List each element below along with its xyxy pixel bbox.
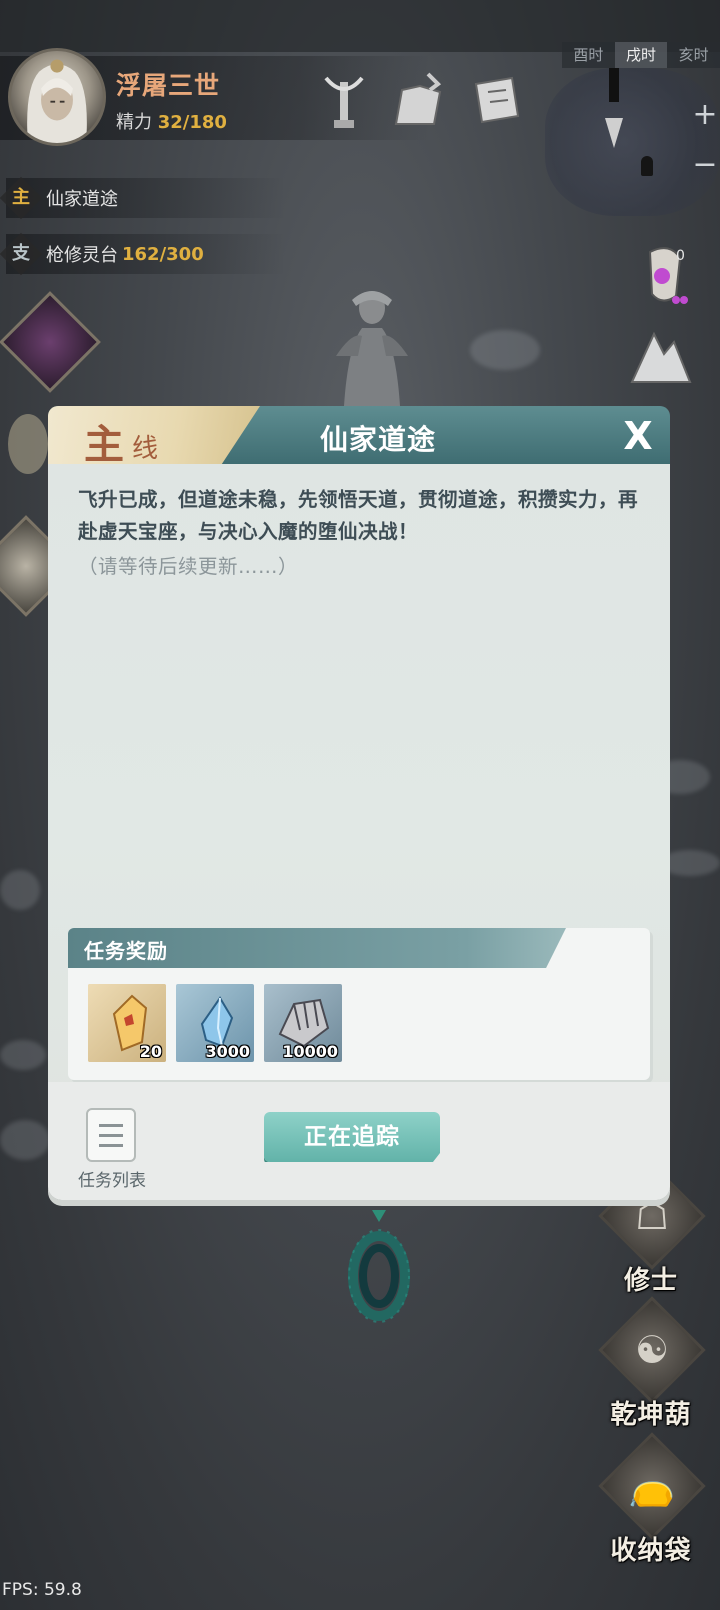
main-quest-tag: 主 [0,176,43,220]
quest-list-label: 任务列表 [78,1171,146,1191]
dialog-body: 飞升已成，但道途未稳，先领悟天道，贯彻道途，积攒实力，再赴虚天宝座，与决心入魔的… [48,464,670,1200]
zoom-out-button[interactable]: − [690,150,720,180]
reward-item-scroll-bundle[interactable]: 10000 [264,984,342,1062]
reward-count: 20 [139,1042,162,1061]
dialog-tab-sub: 线 [132,434,159,464]
time-slot-you[interactable]: 酉时 [562,42,615,68]
portal-icon[interactable] [342,1210,416,1324]
reward-count: 3000 [205,1042,250,1061]
side-quest-title: 枪修灵台 [46,245,118,266]
cloud-decoration [0,1120,50,1160]
storage-bag-button[interactable]: 👝 收纳袋 [596,1432,706,1578]
reward-list: 20 3000 10000 [88,984,342,1062]
cultivator-label: 修士 [623,1266,678,1296]
quest-tracker-main[interactable]: 主 仙家道途 [0,176,286,220]
statue-figure [336,291,408,406]
quest-note: （请等待后续更新……） [78,555,299,578]
dialog-tab-main: 主 [84,421,124,468]
quest-list-button[interactable]: 任务列表 [72,1108,152,1192]
quest-tracker-side[interactable]: 支 枪修灵台 162/300 [0,232,286,276]
dialog-tab: 主 线 [48,406,260,464]
cloud-decoration [470,330,540,370]
time-slot-xu[interactable]: 戌时 [614,42,668,68]
fps-counter: FPS: 59.8 [2,1580,82,1600]
side-quest-tag: 支 [0,232,43,276]
time-slot-hai[interactable]: 亥时 [667,42,720,68]
dialog-header: 主 线 仙家道途 X [48,406,670,464]
cloud-decoration [0,870,40,910]
reward-title: 任务奖励 [84,939,168,963]
quest-dialog: 主 线 仙家道途 X 飞升已成，但道途未稳，先领悟天道，贯彻道途，积攒实力，再赴… [48,406,670,1200]
gourd-button[interactable]: ☯ 乾坤葫 [596,1296,706,1442]
reward-count: 10000 [282,1042,338,1061]
zoom-in-button[interactable]: + [690,100,720,130]
cloud-decoration [0,1040,46,1070]
notification-count: 0 [676,248,685,264]
reward-header: 任务奖励 [68,928,566,968]
energy-value: 32/180 [157,112,227,133]
main-quest-title: 仙家道途 [46,189,118,210]
tracking-button[interactable]: 正在追踪 [264,1112,440,1162]
gourd-icon: ☯ [634,1328,670,1372]
time-selector: 酉时 戌时 亥时 [562,42,720,68]
side-quest-progress: 162/300 [122,243,204,265]
player-marker-icon [641,156,653,176]
gourd-label: 乾坤葫 [610,1400,692,1430]
demon-icon[interactable] [0,291,101,393]
close-button[interactable]: X [616,414,660,458]
incense-icon[interactable] [316,70,372,130]
dialog-footer: 任务列表 正在追踪 [48,1082,670,1200]
reward-panel: 任务奖励 20 3000 10000 [68,928,650,1080]
player-name: 浮屠三世 [116,71,221,100]
storage-bag-label: 收纳袋 [610,1536,692,1566]
reward-item-spirit-stone[interactable]: 20 [88,984,166,1062]
lighthouse-icon [605,68,623,148]
scroll-map-icon[interactable] [468,70,524,130]
mountain-icon[interactable] [630,326,692,386]
reward-item-spirit-crystal[interactable]: 3000 [176,984,254,1062]
bag-icon: 👝 [628,1464,676,1508]
lantern-icon[interactable] [8,414,48,474]
list-icon [86,1108,136,1162]
minimap[interactable] [545,68,720,216]
dialog-title: 仙家道途 [319,423,436,456]
alchemy-icon[interactable] [390,70,446,130]
player-avatar[interactable] [8,48,106,146]
energy-display: 精力 32/180 [116,108,227,134]
energy-label: 精力 [116,112,152,133]
quest-description: 飞升已成，但道途未稳，先领悟天道，贯彻道途，积攒实力，再赴虚天宝座，与决心入魔的… [78,488,639,543]
